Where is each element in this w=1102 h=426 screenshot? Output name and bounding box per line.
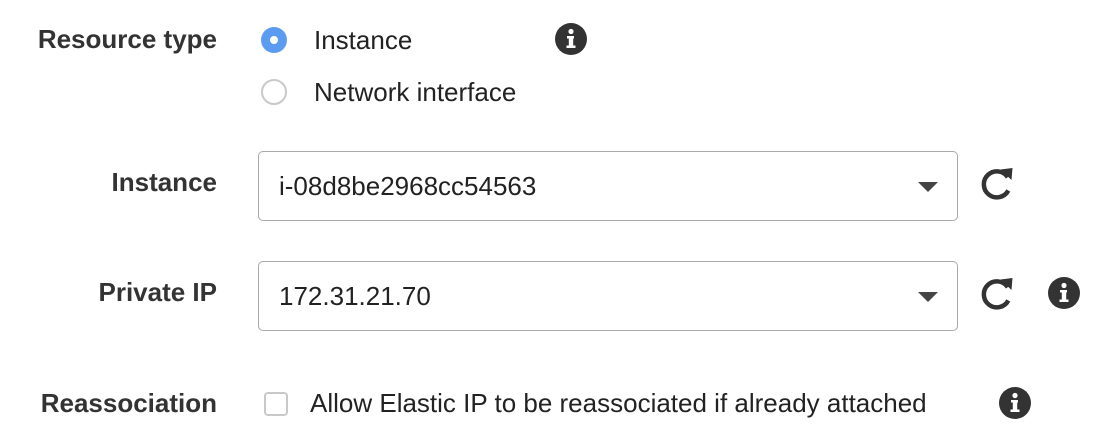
info-icon[interactable]	[1047, 276, 1081, 310]
radio-button-instance[interactable]	[261, 27, 287, 53]
radio-instance[interactable]: Instance	[261, 25, 412, 55]
info-icon[interactable]	[554, 22, 588, 56]
radio-label-network-interface: Network interface	[314, 76, 517, 107]
caret-down-icon	[918, 292, 938, 302]
refresh-icon[interactable]	[977, 274, 1017, 314]
reassociation-label: Reassociation	[40, 388, 217, 418]
caret-down-icon	[918, 182, 938, 192]
resource-type-label: Resource type	[37, 24, 217, 54]
instance-label: Instance	[111, 167, 218, 197]
reassociation-checkbox-label[interactable]: Allow Elastic IP to be reassociated if a…	[310, 386, 927, 420]
instance-select-value: i-08d8be2968cc54563	[279, 170, 537, 201]
private-ip-select-value: 172.31.21.70	[279, 280, 431, 311]
private-ip-select[interactable]: 172.31.21.70	[258, 261, 958, 331]
instance-select[interactable]: i-08d8be2968cc54563	[258, 151, 958, 221]
private-ip-label: Private IP	[98, 277, 217, 307]
refresh-icon[interactable]	[977, 164, 1017, 204]
radio-network-interface[interactable]: Network interface	[261, 77, 516, 107]
radio-label-instance: Instance	[314, 24, 413, 55]
radio-button-network-interface[interactable]	[261, 79, 287, 105]
reassociation-checkbox[interactable]	[264, 392, 288, 416]
info-icon[interactable]	[998, 386, 1032, 420]
